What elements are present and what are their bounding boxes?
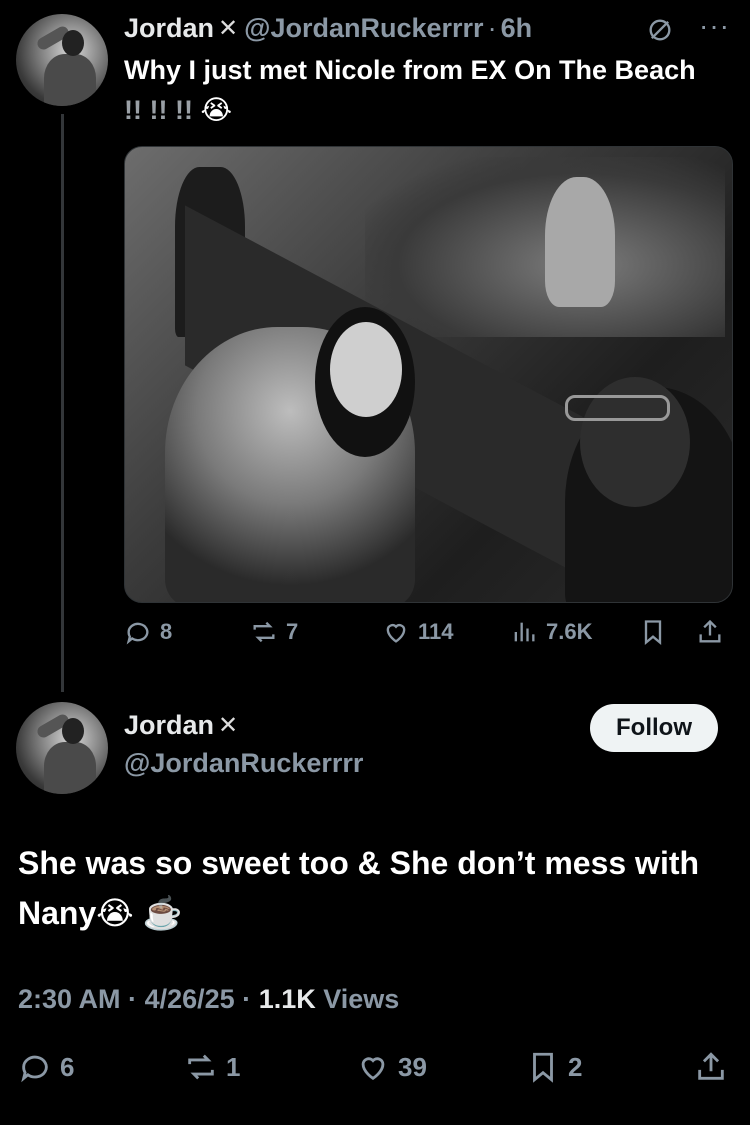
- avatar[interactable]: [16, 14, 108, 106]
- reply-count: 6: [60, 1051, 75, 1082]
- tweet-header: Jordan ✕ @JordanRuckerrrr · 6h ···: [124, 10, 730, 46]
- separator: ·: [487, 12, 497, 43]
- repost-count: 1: [226, 1051, 241, 1082]
- share-icon: [699, 619, 721, 643]
- author-handle[interactable]: @JordanRuckerrrr: [244, 13, 483, 44]
- views-count: 7.6K: [546, 619, 593, 644]
- bookmark-button[interactable]: [639, 618, 667, 646]
- repost-icon: [253, 621, 275, 643]
- share-button[interactable]: [694, 1050, 728, 1084]
- tweet-actions: 8 7 114 7.6K: [124, 618, 733, 654]
- tweet-time[interactable]: 2:30 AM: [18, 984, 121, 1014]
- tweet-text: She was so sweet too & She don’t mess wi…: [18, 845, 700, 931]
- tweet-meta: 2:30 AM · 4/26/25 · 1.1K Views: [18, 984, 400, 1014]
- views-label: Views: [323, 984, 400, 1014]
- author-name-row: Jordan ✕: [124, 710, 244, 741]
- reply-button[interactable]: 8: [124, 618, 172, 646]
- thread-line: [61, 114, 64, 692]
- heart-icon: [386, 624, 406, 643]
- follow-button[interactable]: Follow: [590, 704, 718, 752]
- like-count: 39: [398, 1051, 427, 1082]
- author-name[interactable]: Jordan: [124, 710, 214, 741]
- reply-count: 8: [160, 619, 173, 644]
- like-count: 114: [418, 619, 454, 644]
- like-button[interactable]: 114: [382, 618, 454, 646]
- tweet-time[interactable]: 6h: [501, 13, 533, 44]
- repost-count: 7: [286, 619, 299, 644]
- author-name[interactable]: Jordan: [124, 13, 214, 44]
- share-button[interactable]: [696, 618, 724, 646]
- grok-icon[interactable]: [646, 16, 674, 51]
- share-icon: [698, 1052, 724, 1080]
- reply-icon: [126, 622, 149, 645]
- repost-button[interactable]: 7: [250, 618, 298, 646]
- tweet-actions: 6 1 39 2: [18, 1050, 732, 1090]
- bookmark-icon: [533, 1052, 553, 1083]
- repost-button[interactable]: 1: [184, 1050, 240, 1084]
- bookmark-icon: [644, 620, 662, 645]
- tweet-text: Why I just met Nicole from EX On The Bea…: [124, 55, 696, 125]
- heart-icon: [361, 1057, 385, 1081]
- views-icon: [514, 622, 535, 642]
- views-count: 1.1K: [258, 984, 316, 1014]
- reply-icon: [21, 1055, 48, 1083]
- bookmark-button[interactable]: 2: [526, 1050, 582, 1084]
- avatar[interactable]: [16, 702, 108, 794]
- bookmark-count: 2: [568, 1051, 583, 1082]
- flag-icon: ✕: [218, 14, 239, 42]
- repost-icon: [188, 1054, 214, 1080]
- tweet-date[interactable]: 4/26/25: [145, 984, 235, 1014]
- reply-button[interactable]: 6: [18, 1050, 74, 1084]
- author-handle[interactable]: @JordanRuckerrrr: [124, 748, 363, 779]
- more-options-icon[interactable]: ···: [699, 10, 730, 42]
- tweet-photo[interactable]: [124, 146, 733, 603]
- like-button[interactable]: 39: [356, 1050, 427, 1084]
- views-button[interactable]: 7.6K: [510, 618, 592, 646]
- flag-icon: ✕: [218, 712, 239, 739]
